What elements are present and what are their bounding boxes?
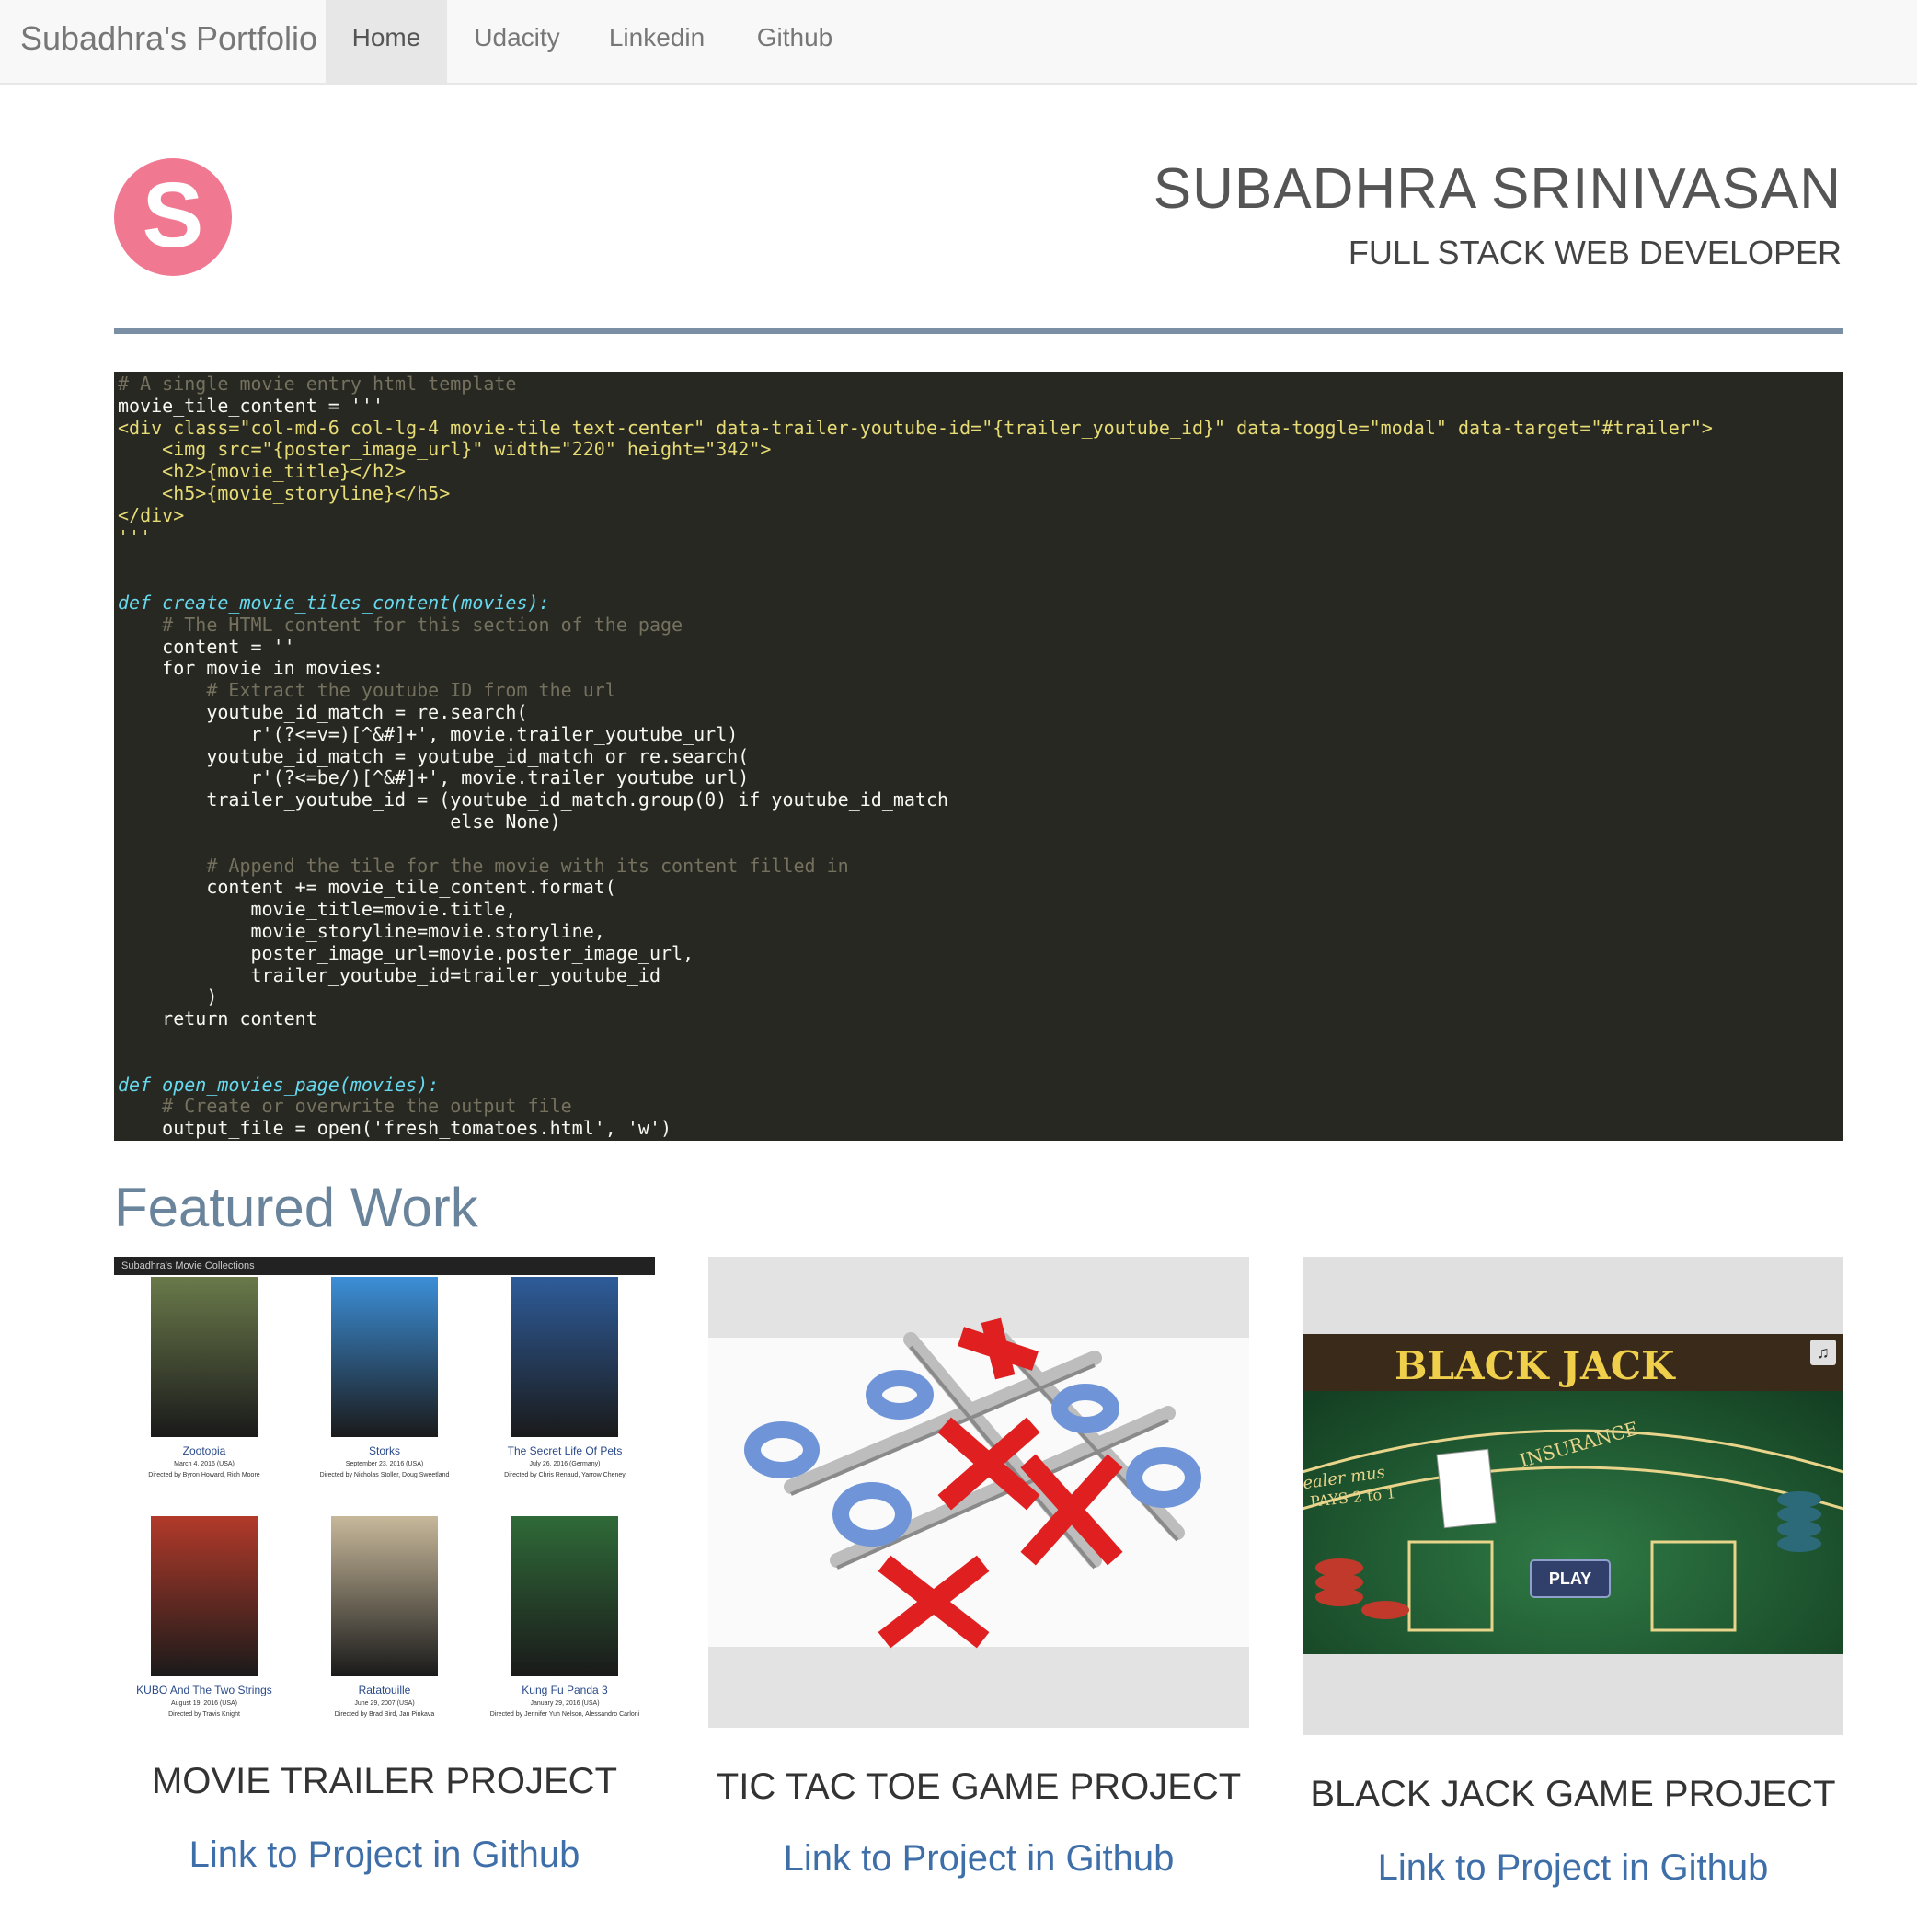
- profile-role: FULL STACK WEB DEVELOPER: [1348, 234, 1842, 271]
- code-line: def open_movies_page(movies):: [118, 1073, 440, 1096]
- movie-director: Directed by Byron Howard, Rich Moore: [148, 1472, 260, 1478]
- code-line: # A single movie entry html template: [118, 373, 517, 395]
- code-line: trailer_youtube_id=trailer_youtube_id: [118, 963, 661, 986]
- code-line: r'(?<=v=)[^&#]+', movie.trailer_youtube_…: [118, 722, 739, 745]
- code-line: </div>: [118, 503, 185, 526]
- movie-release-date: August 19, 2016 (USA): [171, 1700, 237, 1707]
- speaker-icon: ♫: [1810, 1340, 1836, 1365]
- project-github-link[interactable]: Link to Project in Github: [708, 1838, 1249, 1880]
- tic-tac-toe-board-illustration: [744, 1317, 1201, 1649]
- code-line: r'(?<=be/)[^&#]+', movie.trailer_youtube…: [118, 766, 750, 789]
- movie-director: Directed by Brad Bird, Jan Pinkava: [334, 1711, 435, 1718]
- movie-trailer-thumbnail[interactable]: Subadhra's Movie Collections Zootopia Mar…: [114, 1257, 655, 1728]
- header-divider: [114, 328, 1843, 334]
- project-title: TIC TAC TOE GAME PROJECT: [716, 1766, 1242, 1807]
- featured-work-heading: Featured Work: [114, 1177, 478, 1238]
- movie-poster: [511, 1516, 618, 1676]
- movie-poster: [331, 1516, 438, 1676]
- movie-title: The Secret Life Of Pets: [507, 1444, 623, 1457]
- blackjack-play-button: PLAY: [1548, 1570, 1592, 1588]
- code-line: content += movie_tile_content.format(: [118, 876, 616, 899]
- movie-director: Directed by Nicholas Stoller, Doug Sweet…: [319, 1472, 450, 1478]
- code-line: movie_tile_content = ''': [118, 394, 384, 417]
- nav-item-linkedin[interactable]: Linkedin: [596, 0, 717, 83]
- project-github-link[interactable]: Link to Project in Github: [114, 1834, 655, 1876]
- code-line: for movie in movies:: [118, 657, 384, 680]
- nav-item-github[interactable]: Github: [741, 0, 848, 83]
- code-line: output_file = open('fresh_tomatoes.html'…: [118, 1117, 672, 1140]
- avatar: S: [114, 158, 232, 276]
- movie-title: Storks: [368, 1444, 400, 1457]
- movie-title: KUBO And The Two Strings: [136, 1684, 272, 1696]
- code-line: trailer_youtube_id = (youtube_id_match.g…: [118, 788, 949, 811]
- movie-collection-bar: Subadhra's Movie Collections: [114, 1257, 655, 1275]
- code-line: <div class="col-md-6 col-lg-4 movie-tile…: [118, 416, 1713, 439]
- code-screenshot: # A single movie entry html template movi…: [114, 372, 1843, 1141]
- movie-release-date: March 4, 2016 (USA): [174, 1461, 235, 1467]
- code-line: <img src="{poster_image_url}" width="220…: [118, 438, 772, 461]
- profile-name: SUBADHRA SRINIVASAN: [1153, 157, 1842, 221]
- code-line: else None): [118, 810, 561, 833]
- movie-release-date: September 23, 2016 (USA): [345, 1461, 424, 1467]
- blackjack-table: BLACK JACK PLAY INSURANCE PAYS 2 to 1 ea…: [1303, 1334, 1843, 1654]
- code-line: # The HTML content for this section of t…: [118, 613, 683, 636]
- tic-tac-toe-thumbnail[interactable]: [708, 1257, 1249, 1730]
- movie-poster: [331, 1277, 438, 1437]
- movie-title: Ratatouille: [358, 1684, 411, 1696]
- movie-director: Directed by Travis Knight: [168, 1711, 240, 1718]
- code-lines: # A single movie entry html template movi…: [118, 373, 1713, 1140]
- movie-poster: [151, 1516, 258, 1676]
- navbar: Subadhra's Portfolio Home Udacity Linked…: [0, 0, 1917, 85]
- navbar-brand[interactable]: Subadhra's Portfolio: [20, 0, 317, 83]
- code-line: ): [118, 985, 218, 1008]
- movie-poster: [151, 1277, 258, 1437]
- project-title: BLACK JACK GAME PROJECT: [1310, 1774, 1836, 1814]
- movie-release-date: June 29, 2007 (USA): [354, 1700, 415, 1707]
- nav-item-udacity[interactable]: Udacity: [464, 0, 570, 83]
- movie-release-date: January 29, 2016 (USA): [530, 1700, 600, 1707]
- movie-director: Directed by Chris Renaud, Yarrow Cheney: [504, 1472, 626, 1478]
- code-line: <h5>{movie_storyline}</h5>: [118, 481, 451, 504]
- movie-poster: [511, 1277, 618, 1437]
- movie-director: Directed by Jennifer Yuh Nelson, Alessan…: [489, 1711, 640, 1718]
- project-github-link[interactable]: Link to Project in Github: [1303, 1847, 1843, 1889]
- nav-item-home[interactable]: Home: [326, 0, 447, 83]
- code-line: # Append the tile for the movie with its…: [118, 854, 849, 877]
- black-jack-thumbnail[interactable]: BLACK JACK PLAY INSURANCE PAYS 2 to 1 ea…: [1303, 1257, 1843, 1737]
- code-line: poster_image_url=movie.poster_image_url,: [118, 941, 694, 964]
- code-line: youtube_id_match = youtube_id_match or r…: [118, 744, 750, 767]
- code-line: # Extract the youtube ID from the url: [118, 679, 616, 702]
- code-line: # Create or overwrite the output file: [118, 1095, 572, 1118]
- code-line: <h2>{movie_title}</h2>: [118, 460, 407, 483]
- movie-title: Zootopia: [182, 1444, 226, 1457]
- movie-title: Kung Fu Panda 3: [522, 1684, 608, 1696]
- project-title: MOVIE TRAILER PROJECT: [151, 1761, 617, 1801]
- code-line: return content: [118, 1007, 317, 1030]
- code-line: def create_movie_tiles_content(movies):: [118, 591, 550, 614]
- code-line: movie_storyline=movie.storyline,: [118, 919, 605, 942]
- code-line: movie_title=movie.title,: [118, 898, 517, 921]
- blackjack-logo: BLACK JACK: [1395, 1343, 1675, 1388]
- code-line: content = '': [118, 635, 295, 658]
- movie-release-date: July 26, 2016 (Germany): [529, 1461, 601, 1467]
- code-line: ''': [118, 525, 152, 548]
- code-line: youtube_id_match = re.search(: [118, 700, 528, 723]
